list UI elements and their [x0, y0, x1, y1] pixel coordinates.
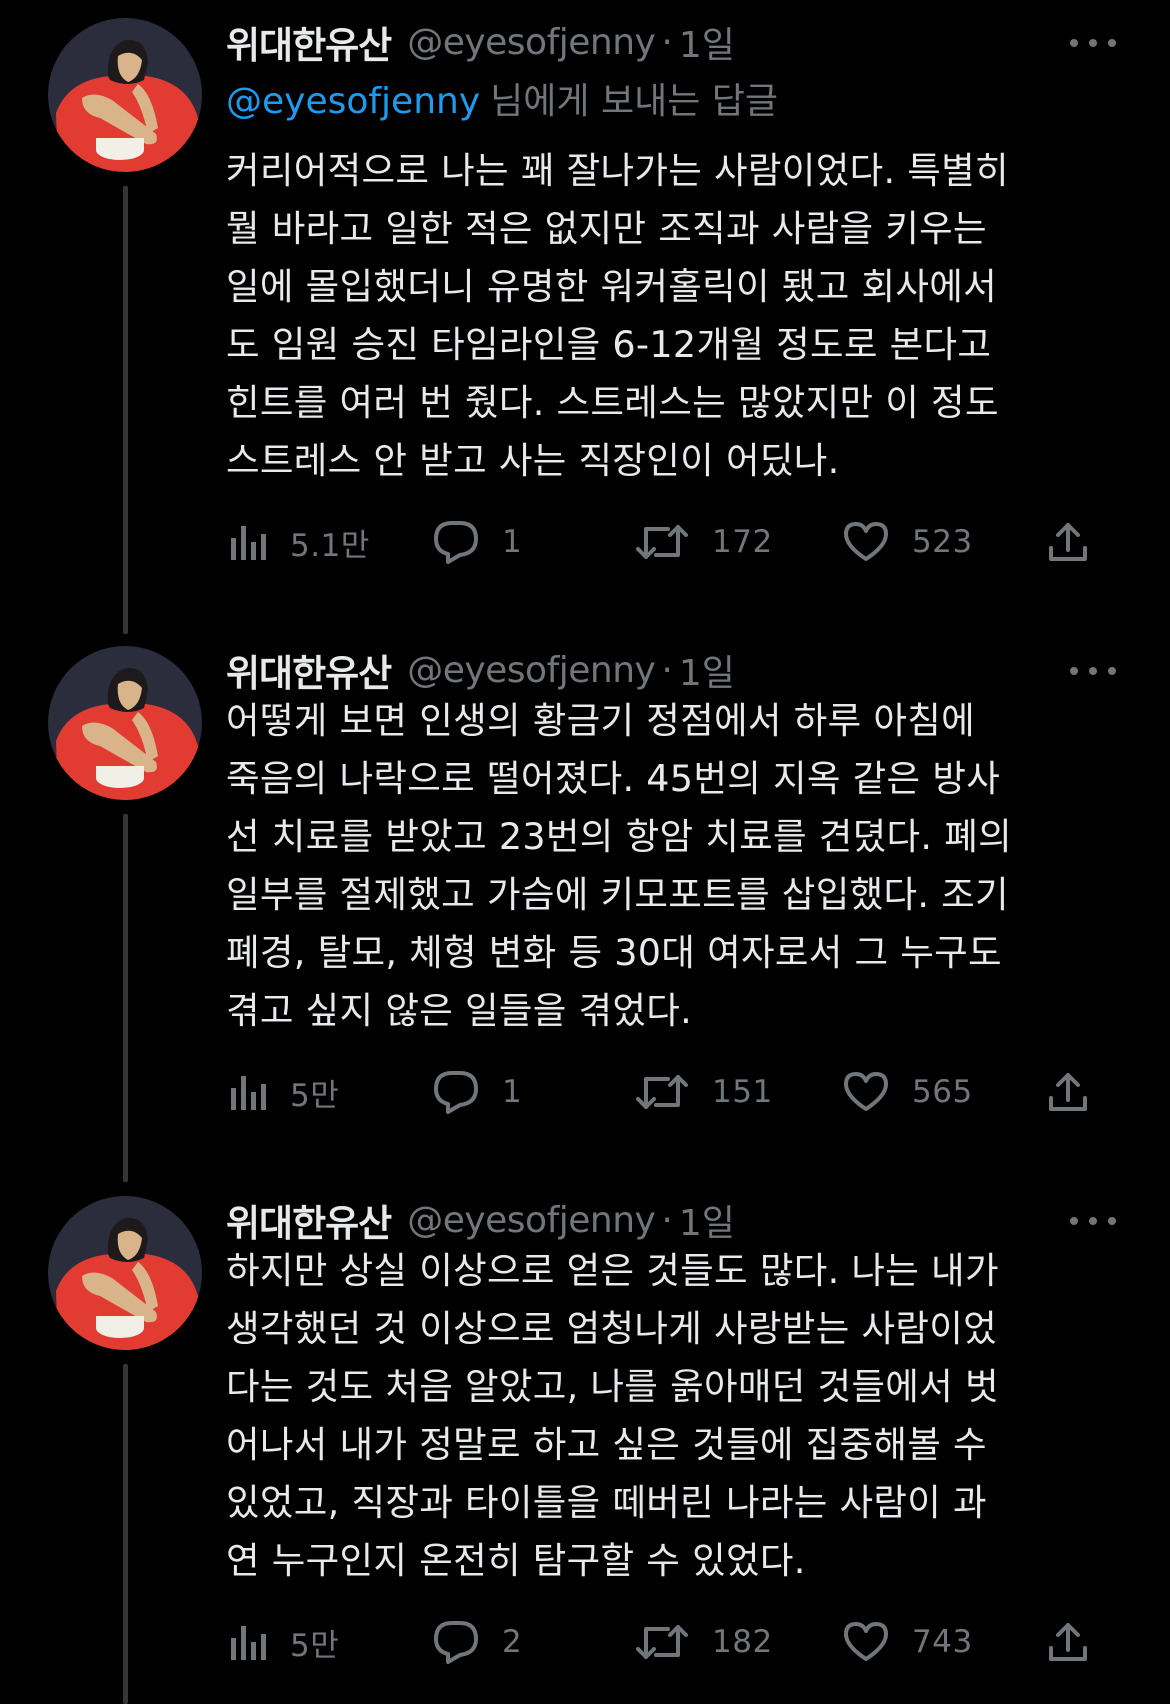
action-bar: 5만 2 182 743	[226, 1612, 1136, 1672]
share-button[interactable]	[1046, 1062, 1090, 1122]
thread-line	[123, 814, 128, 1182]
thread-line	[123, 186, 128, 634]
views-count: 5만	[290, 1627, 340, 1664]
retweet-arrows-icon	[636, 1625, 688, 1659]
bar-chart-icon	[231, 526, 266, 560]
speech-bubble-icon	[434, 1621, 478, 1664]
upload-share-icon	[1049, 1623, 1087, 1661]
retweet-count: 182	[712, 1624, 773, 1660]
views-button[interactable]: 5만	[230, 1612, 339, 1672]
heart-icon	[844, 522, 888, 561]
tweet-text-line: 연 누구인지 온전히 탐구할 수 있었다.	[226, 1539, 806, 1582]
tweet-text: 하지만 상실 이상으로 얻은 것들도 많다. 나는 내가 생각했던 것 이상으로…	[226, 1242, 1126, 1590]
author-handle[interactable]: @eyesofjenny	[407, 1200, 656, 1241]
author-name[interactable]: 위대한유산	[226, 643, 392, 697]
avatar-illustration	[48, 18, 202, 172]
author-handle[interactable]: @eyesofjenny	[407, 650, 656, 691]
author-handle[interactable]: @eyesofjenny	[407, 22, 656, 63]
tweet-text-line: 힌트를 여러 번 줬다. 스트레스는 많았지만 이 정도	[226, 381, 999, 424]
separator-dot: ·	[661, 649, 673, 691]
like-count: 565	[912, 1074, 973, 1110]
avatar[interactable]	[48, 18, 202, 172]
like-count: 523	[912, 524, 973, 560]
tweet-text-line: 도 임원 승진 타임라인을 6-12개월 정도로 본다고	[226, 323, 992, 366]
avatar[interactable]	[48, 1196, 202, 1350]
reply-button[interactable]: 1	[432, 512, 522, 572]
tweet-text-line: 다는 것도 처음 알았고, 나를 옭아매던 것들에서 벗	[226, 1365, 999, 1408]
tweet-text-line: 어떻게 보면 인생의 황금기 정점에서 하루 아침에	[226, 699, 976, 742]
upload-share-icon	[1049, 523, 1087, 561]
reply-mention-link[interactable]: @eyesofjenny	[226, 81, 480, 122]
tweet-text-line: 커리어적으로 나는 꽤 잘나가는 사람이었다. 특별히	[226, 149, 1009, 192]
retweet-arrows-icon	[636, 1075, 688, 1109]
timestamp[interactable]: 1일	[679, 644, 735, 696]
separator-dot: ·	[661, 21, 673, 63]
retweet-count: 172	[712, 524, 773, 560]
tweet-header: 위대한유산 @eyesofjenny · 1일	[226, 1192, 735, 1248]
action-bar: 5.1만 1 172 523	[226, 512, 1136, 572]
author-name[interactable]: 위대한유산	[226, 1193, 392, 1247]
views-button[interactable]: 5만	[230, 1062, 339, 1122]
retweet-count: 151	[712, 1074, 773, 1110]
reply-button[interactable]: 2	[432, 1612, 522, 1672]
tweet-text-line: 생각했던 것 이상으로 엄청나게 사랑받는 사람이었	[226, 1307, 997, 1350]
speech-bubble-icon	[434, 521, 478, 564]
timestamp[interactable]: 1일	[679, 16, 735, 68]
heart-icon	[844, 1622, 888, 1661]
like-count: 743	[912, 1624, 973, 1660]
more-options-icon[interactable]	[1070, 1206, 1116, 1236]
tweet-header: 위대한유산 @eyesofjenny · 1일	[226, 642, 735, 698]
share-button[interactable]	[1046, 1612, 1090, 1672]
heart-icon	[844, 1072, 888, 1111]
reply-count: 2	[502, 1624, 523, 1660]
separator-dot: ·	[661, 1199, 673, 1241]
views-button[interactable]: 5.1만	[230, 512, 370, 572]
tweet-text-line: 있었고, 직장과 타이틀을 떼버린 나라는 사람이 과	[226, 1481, 987, 1524]
tweet-text-line: 뭘 바라고 일한 적은 없지만 조직과 사람을 키우는	[226, 207, 987, 250]
bar-chart-icon	[231, 1626, 266, 1660]
views-count: 5만	[290, 1077, 340, 1114]
upload-share-icon	[1049, 1073, 1087, 1111]
avatar-illustration	[48, 646, 202, 800]
avatar[interactable]	[48, 646, 202, 800]
tweet-text-line: 폐경, 탈모, 체형 변화 등 30대 여자로서 그 누구도	[226, 931, 1002, 974]
tweet-text-line: 겪고 싶지 않은 일들을 겪었다.	[226, 989, 693, 1032]
action-bar: 5만 1 151 565	[226, 1062, 1136, 1122]
speech-bubble-icon	[434, 1071, 478, 1114]
more-options-icon[interactable]	[1070, 28, 1116, 58]
author-name[interactable]: 위대한유산	[226, 15, 392, 69]
timestamp[interactable]: 1일	[679, 1194, 735, 1246]
views-count: 5.1만	[290, 527, 370, 564]
reply-button[interactable]: 1	[432, 1062, 522, 1122]
tweet-text-line: 죽음의 나락으로 떨어졌다. 45번의 지옥 같은 방사	[226, 757, 1001, 800]
avatar-illustration	[48, 1196, 202, 1350]
more-options-icon[interactable]	[1070, 656, 1116, 686]
tweet-text-line: 스트레스 안 받고 사는 직장인이 어딨나.	[226, 439, 840, 482]
bar-chart-icon	[231, 1076, 266, 1110]
share-button[interactable]	[1046, 512, 1090, 572]
reply-count: 1	[502, 524, 523, 560]
retweet-arrows-icon	[636, 525, 688, 559]
retweet-button[interactable]: 172	[634, 512, 773, 572]
reply-context: @eyesofjenny 님에게 보내는 답글	[226, 72, 778, 124]
retweet-button[interactable]: 151	[634, 1062, 773, 1122]
retweet-button[interactable]: 182	[634, 1612, 773, 1672]
tweet-text-line: 어나서 내가 정말로 하고 싶은 것들에 집중해볼 수	[226, 1423, 987, 1466]
like-button[interactable]: 565	[842, 1062, 973, 1122]
tweet-text-line: 일부를 절제했고 가슴에 키모포트를 삽입했다. 조기	[226, 873, 1009, 916]
tweet-text: 어떻게 보면 인생의 황금기 정점에서 하루 아침에 죽음의 나락으로 떨어졌다…	[226, 692, 1126, 1040]
tweet-text: 커리어적으로 나는 꽤 잘나가는 사람이었다. 특별히 뭘 바라고 일한 적은 …	[226, 142, 1126, 490]
like-button[interactable]: 523	[842, 512, 973, 572]
thread-line	[123, 1364, 128, 1704]
tweet-text-line: 선 치료를 받았고 23번의 항암 치료를 견뎠다. 폐의	[226, 815, 1012, 858]
tweet-header: 위대한유산 @eyesofjenny · 1일	[226, 14, 735, 70]
reply-context-label: 님에게 보내는 답글	[490, 81, 779, 122]
tweet-text-line: 일에 몰입했더니 유명한 워커홀릭이 됐고 회사에서	[226, 265, 997, 308]
like-button[interactable]: 743	[842, 1612, 973, 1672]
tweet-text-line: 하지만 상실 이상으로 얻은 것들도 많다. 나는 내가	[226, 1249, 999, 1292]
reply-count: 1	[502, 1074, 523, 1110]
